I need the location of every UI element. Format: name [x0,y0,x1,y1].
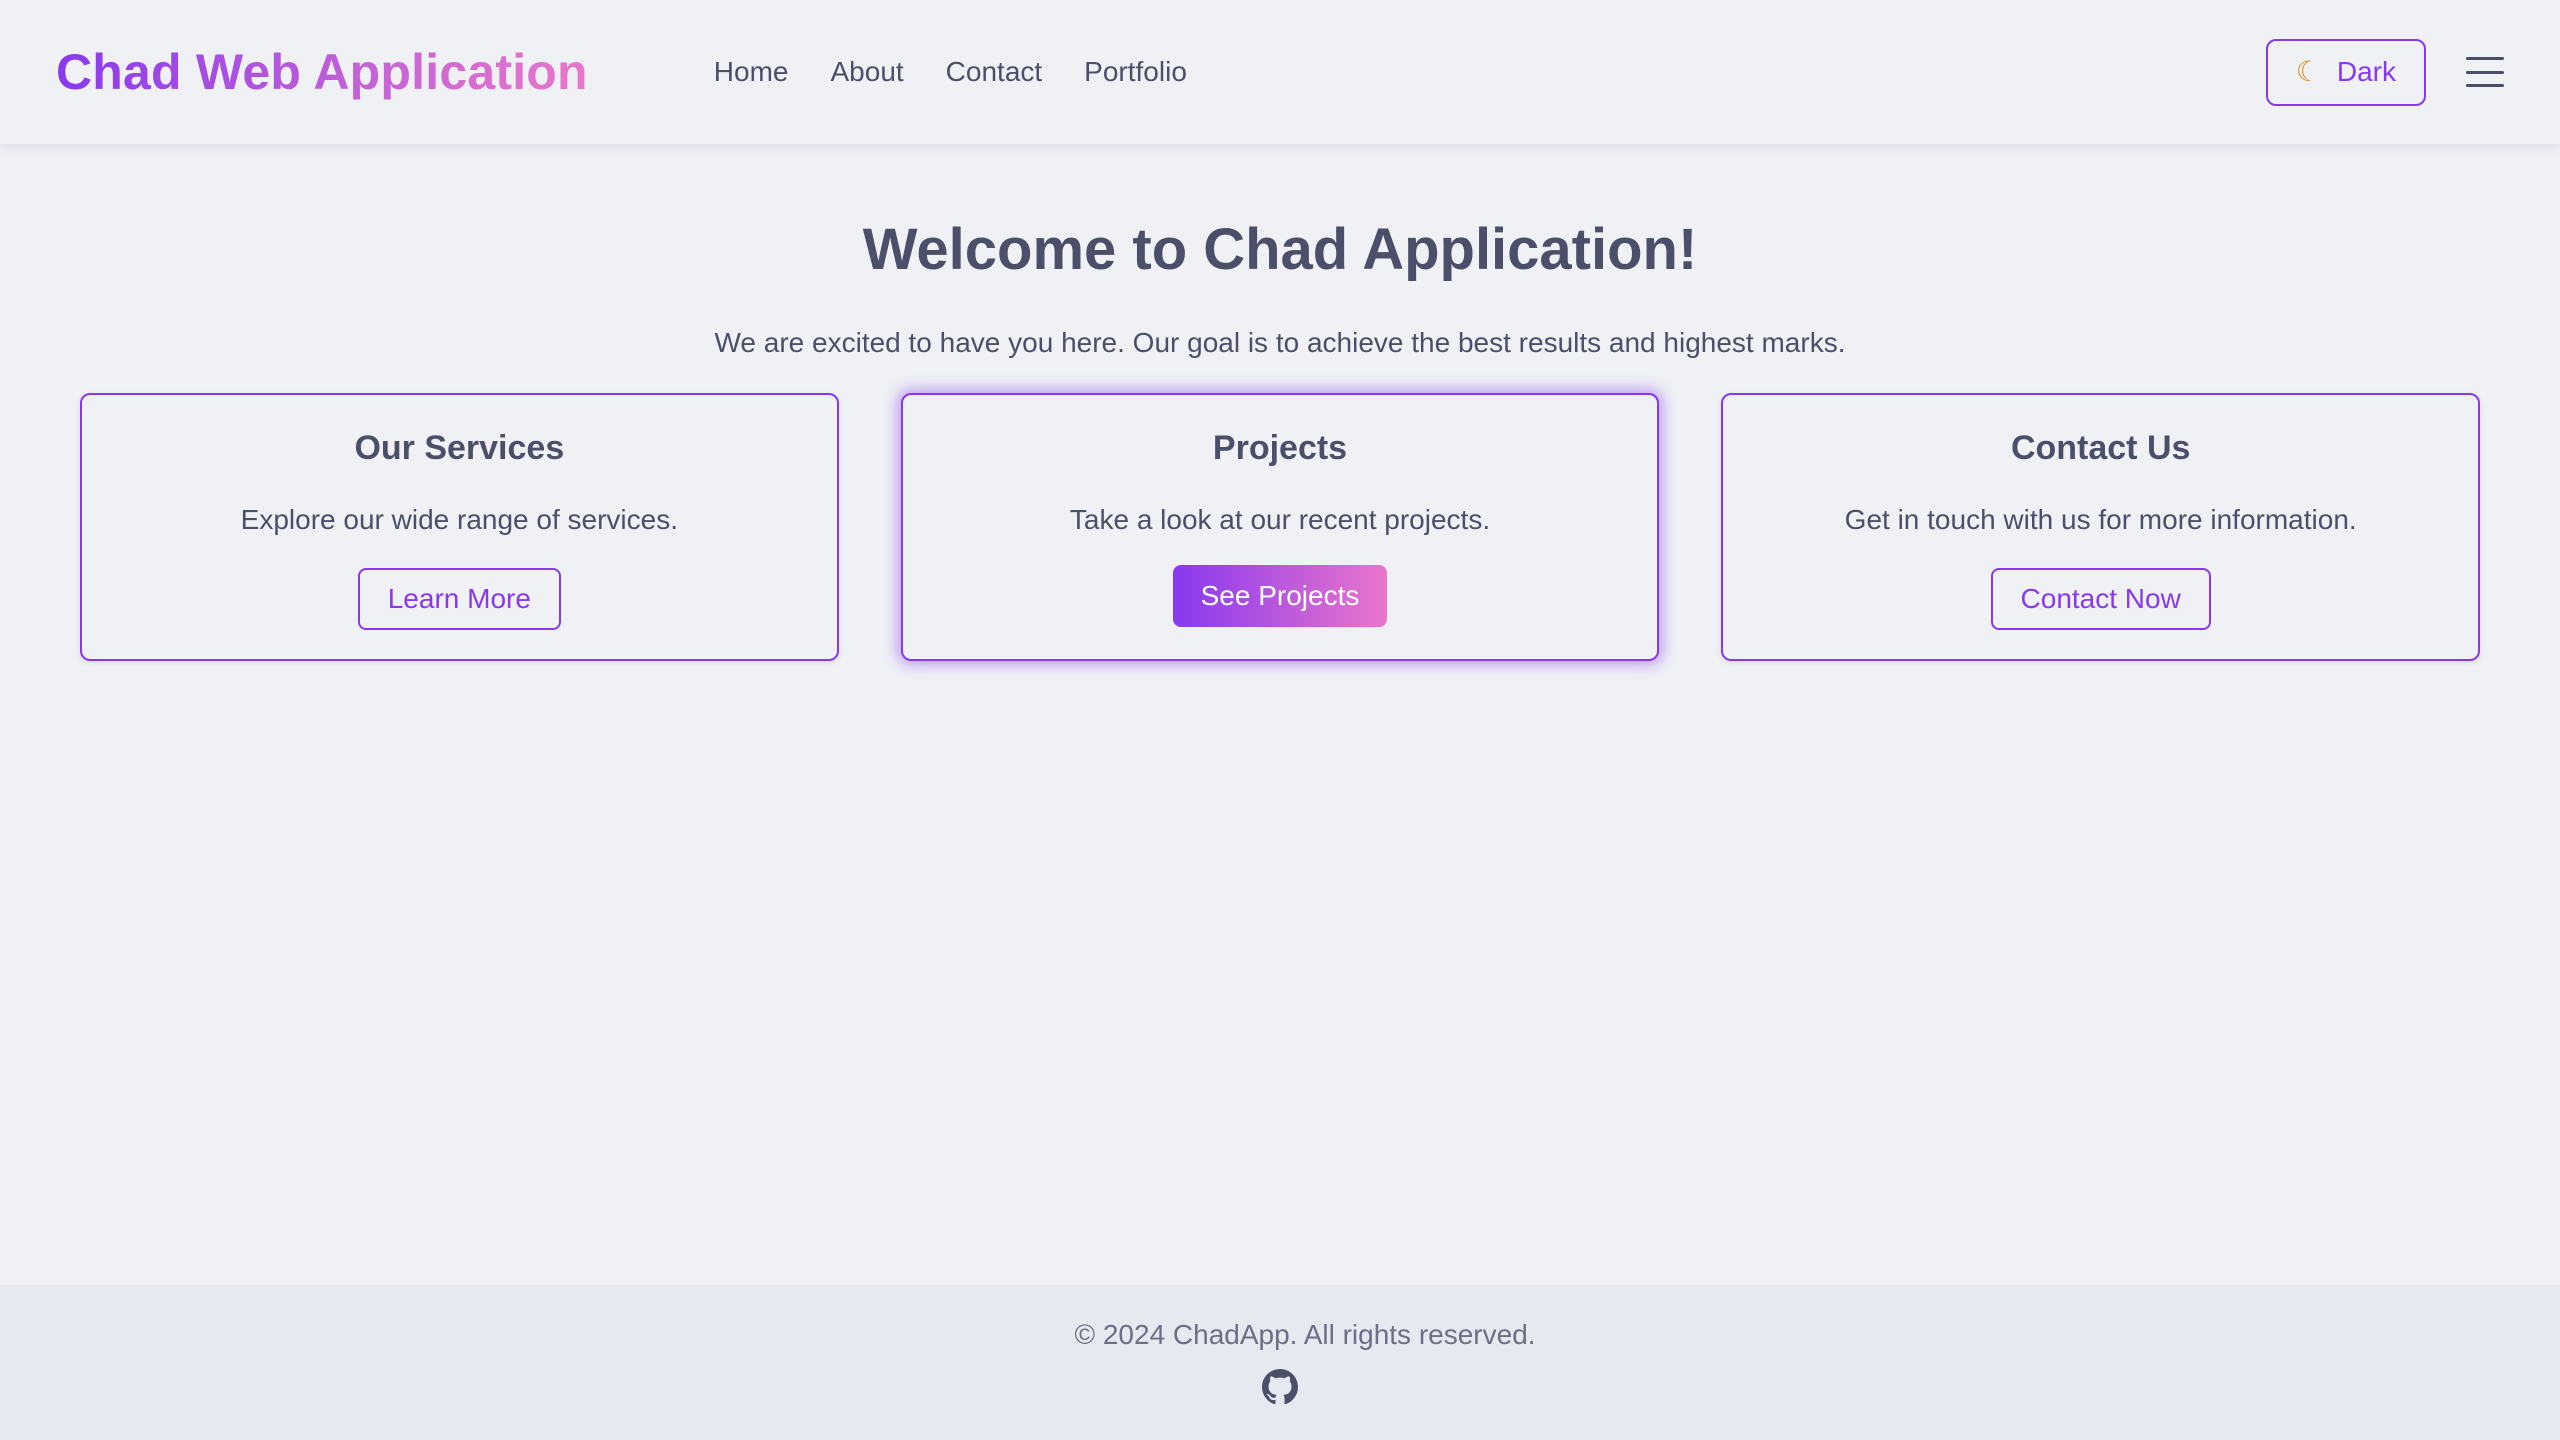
copyright-text: © 2024 ChadApp. All rights reserved. [1074,1319,1536,1350]
nav-portfolio-link[interactable]: Portfolio [1084,56,1187,88]
menu-line [2466,70,2504,74]
theme-toggle-label: Dark [2336,56,2396,87]
nav-home-link[interactable]: Home [714,56,789,88]
learn-more-button[interactable]: Learn More [357,568,561,630]
card-title: Projects [1212,429,1348,467]
site-header: Chad Web Application Home About Contact … [0,0,2560,144]
contact-now-button[interactable]: Contact Now [1990,568,2211,630]
card-text: Explore our wide range of services. [240,504,678,535]
services-card: Our Services Explore our wide range of s… [80,393,839,661]
main-nav: Home About Contact Portfolio [714,56,1187,88]
moon-icon: ☾ [2295,56,2321,87]
menu-line [2466,57,2504,60]
site-footer: © 2024 ChadApp. All rights reserved. [0,1285,2560,1440]
projects-card: Projects Take a look at our recent proje… [900,393,1660,661]
github-icon[interactable] [1262,1369,1298,1405]
card-title: Contact Us [2010,429,2191,467]
see-projects-button[interactable]: See Projects [1172,565,1388,627]
page: Chad Web Application Home About Contact … [0,0,2560,1440]
main-content: Welcome to Chad Application! We are exci… [0,144,2560,1285]
card-text: Take a look at our recent projects. [1069,504,1491,535]
theme-toggle-button[interactable]: ☾ Dark [2265,38,2426,106]
hero-title: Welcome to Chad Application! [862,217,1698,282]
nav-contact-link[interactable]: Contact [946,56,1043,88]
nav-about-link[interactable]: About [831,56,904,88]
card-grid: Our Services Explore our wide range of s… [80,393,2481,661]
hamburger-menu-icon[interactable] [2466,55,2504,89]
card-text: Get in touch with us for more informatio… [1844,504,2357,535]
site-logo[interactable]: Chad Web Application [56,43,588,101]
hero-subtitle: We are excited to have you here. Our goa… [714,327,1846,358]
contact-card: Contact Us Get in touch with us for more… [1721,393,2481,661]
card-title: Our Services [354,429,565,467]
menu-line [2466,84,2504,87]
header-actions: ☾ Dark [2265,38,2504,106]
